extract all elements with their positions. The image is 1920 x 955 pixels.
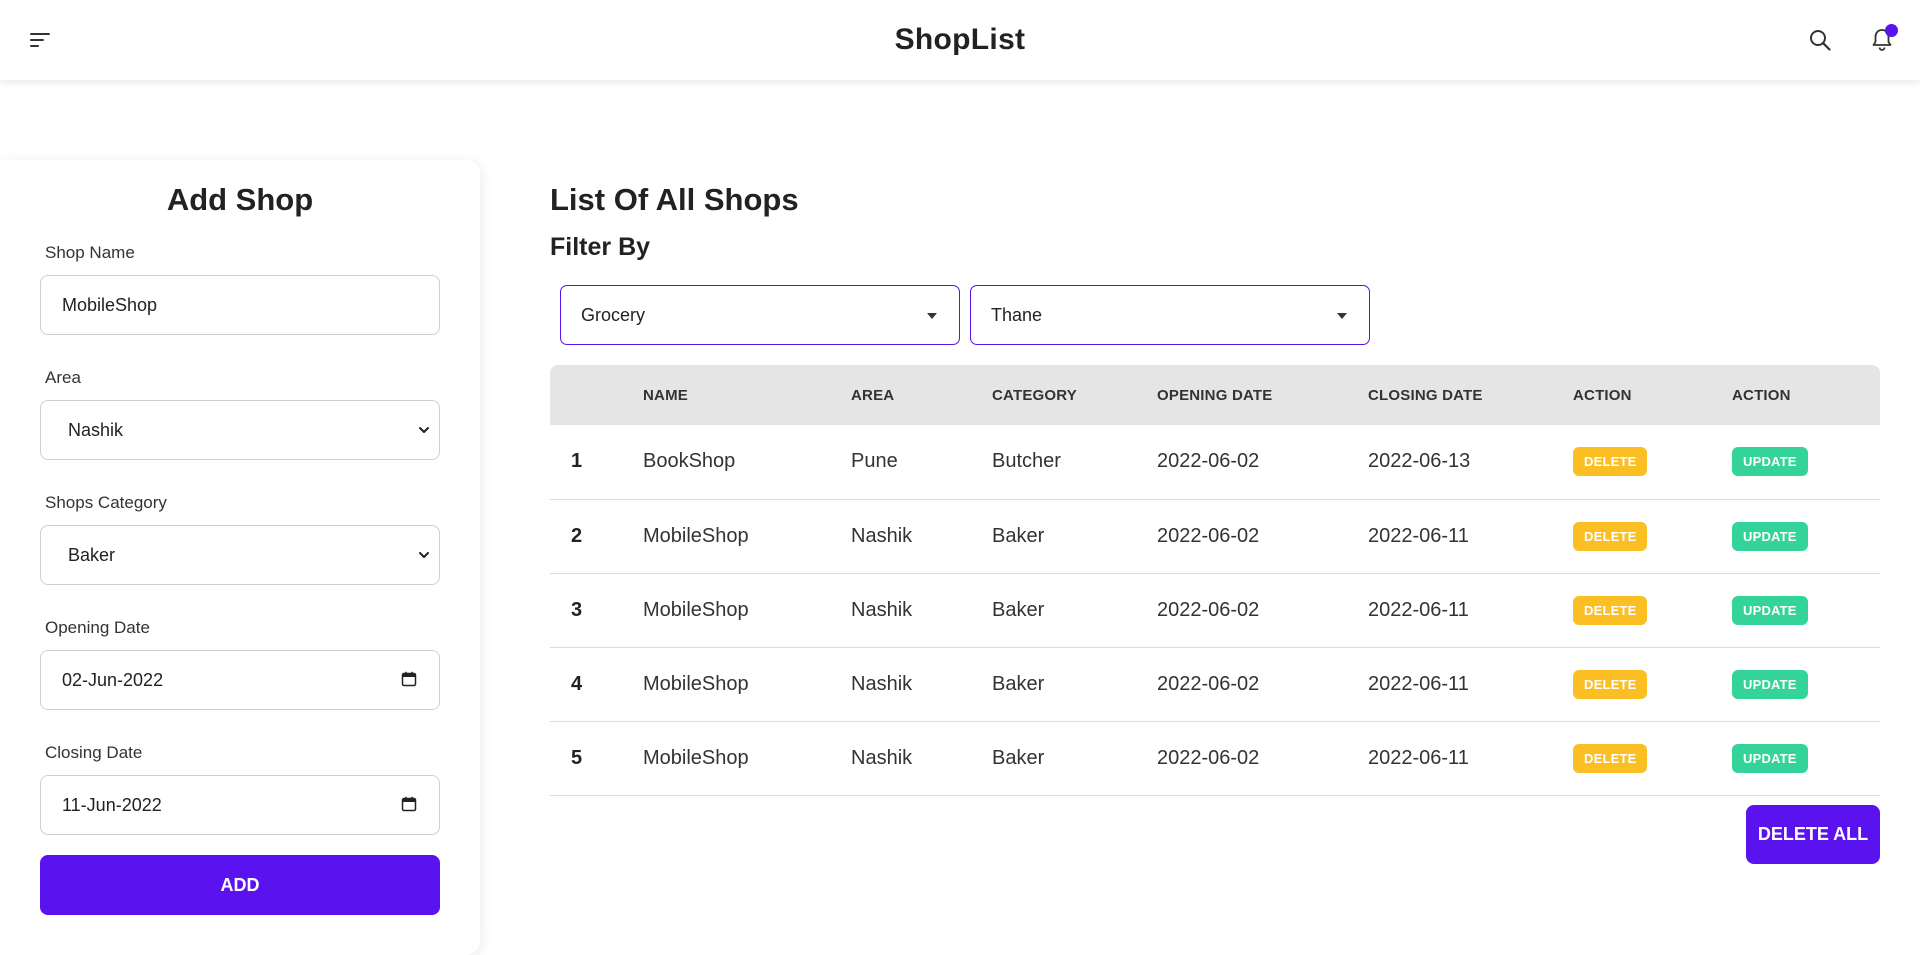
update-button[interactable]: UPDATE: [1732, 595, 1808, 625]
row-area: Nashik: [851, 598, 913, 621]
row-name: MobileShop: [643, 672, 749, 695]
row-closing-date: 2022-06-11: [1368, 598, 1469, 621]
row-opening-date: 2022-06-02: [1157, 524, 1260, 547]
row-area: Nashik: [851, 524, 913, 547]
row-category: Baker: [992, 598, 1045, 621]
update-button[interactable]: UPDATE: [1732, 521, 1808, 551]
column-header-action-update: ACTION: [1732, 386, 1791, 404]
delete-button[interactable]: DELETE: [1573, 521, 1648, 551]
search-icon: [1810, 30, 1831, 51]
category-filter-select[interactable]: Grocery: [560, 285, 960, 345]
column-header-area: AREA: [851, 386, 895, 404]
row-name: MobileShop: [643, 524, 749, 547]
top-app-bar: ShopList: [0, 0, 1920, 80]
delete-button[interactable]: DELETE: [1573, 669, 1648, 699]
add-button[interactable]: ADD: [40, 855, 440, 915]
shop-name-input[interactable]: MobileShop: [40, 275, 440, 335]
row-index: 5: [571, 746, 583, 769]
row-index: 3: [571, 598, 583, 621]
opening-date-input[interactable]: 02-Jun-2022: [40, 650, 440, 710]
app-title: ShopList: [894, 23, 1026, 56]
opening-date-label: Opening Date: [45, 618, 150, 637]
menu-button[interactable]: [26, 28, 54, 52]
dropdown-caret-icon: [1337, 313, 1347, 319]
column-header-name: NAME: [643, 386, 688, 404]
area-select[interactable]: Nashik: [40, 400, 440, 460]
area-filter-value: Thane: [991, 304, 1043, 325]
closing-date-label: Closing Date: [45, 743, 143, 762]
row-name: MobileShop: [643, 598, 749, 621]
column-header-action-delete: ACTION: [1573, 386, 1632, 404]
menu-icon: [30, 33, 50, 47]
category-value: Baker: [68, 544, 116, 565]
column-header-index: [550, 365, 643, 425]
category-filter-value: Grocery: [581, 304, 646, 325]
chevron-down-icon: [419, 427, 429, 433]
row-closing-date: 2022-06-11: [1368, 524, 1469, 547]
closing-date-value: 11-Jun-2022: [62, 794, 162, 815]
row-category: Baker: [992, 524, 1045, 547]
row-area: Nashik: [851, 672, 913, 695]
row-index: 1: [571, 450, 583, 473]
table-header-row: NAME AREA CATEGORY OPENING DATE CLOSING …: [550, 365, 1880, 425]
table-row: 1 BookShop Pune Butcher 2022-06-02 2022-…: [550, 425, 1880, 499]
dropdown-caret-icon: [927, 313, 937, 319]
area-value: Nashik: [68, 419, 124, 440]
search-button[interactable]: [1806, 26, 1834, 54]
row-index: 2: [571, 524, 583, 547]
area-label: Area: [45, 368, 81, 387]
add-shop-title: Add Shop: [166, 182, 314, 217]
row-opening-date: 2022-06-02: [1157, 746, 1260, 769]
notification-badge: [1885, 24, 1898, 37]
table-row: 4 MobileShop Nashik Baker 2022-06-02 202…: [550, 647, 1880, 721]
add-shop-card: Add Shop Shop Name MobileShop Area Nashi…: [0, 160, 480, 955]
calendar-icon[interactable]: [401, 671, 417, 687]
category-select[interactable]: Baker: [40, 525, 440, 585]
row-area: Nashik: [851, 746, 913, 769]
row-area: Pune: [851, 450, 898, 473]
shops-table: NAME AREA CATEGORY OPENING DATE CLOSING …: [550, 365, 1880, 796]
delete-button[interactable]: DELETE: [1573, 595, 1648, 625]
row-closing-date: 2022-06-11: [1368, 672, 1469, 695]
row-category: Butcher: [992, 450, 1061, 473]
table-row: 5 MobileShop Nashik Baker 2022-06-02 202…: [550, 721, 1880, 795]
shop-name-label: Shop Name: [45, 243, 135, 262]
row-name: BookShop: [643, 450, 736, 473]
filter-title: Filter By: [550, 233, 651, 261]
row-closing-date: 2022-06-11: [1368, 746, 1469, 769]
notifications-button[interactable]: [1866, 24, 1898, 56]
shop-name-value: MobileShop: [62, 294, 158, 315]
delete-all-button[interactable]: DELETE ALL: [1746, 805, 1880, 864]
calendar-icon[interactable]: [401, 796, 417, 812]
delete-button[interactable]: DELETE: [1573, 447, 1648, 477]
opening-date-value: 02-Jun-2022: [62, 669, 164, 690]
column-header-closing-date: CLOSING DATE: [1368, 386, 1483, 404]
row-closing-date: 2022-06-13: [1368, 450, 1471, 473]
row-category: Baker: [992, 672, 1045, 695]
row-category: Baker: [992, 746, 1045, 769]
row-opening-date: 2022-06-02: [1157, 672, 1260, 695]
update-button[interactable]: UPDATE: [1732, 447, 1808, 477]
category-label: Shops Category: [45, 493, 167, 512]
table-row: 2 MobileShop Nashik Baker 2022-06-02 202…: [550, 499, 1880, 573]
row-opening-date: 2022-06-02: [1157, 598, 1260, 621]
update-button[interactable]: UPDATE: [1732, 669, 1808, 699]
table-row: 3 MobileShop Nashik Baker 2022-06-02 202…: [550, 573, 1880, 647]
list-title: List Of All Shops: [550, 182, 799, 217]
area-filter-select[interactable]: Thane: [970, 285, 1370, 345]
row-index: 4: [571, 672, 583, 695]
delete-button[interactable]: DELETE: [1573, 743, 1648, 773]
update-button[interactable]: UPDATE: [1732, 743, 1808, 773]
row-name: MobileShop: [643, 746, 749, 769]
closing-date-input[interactable]: 11-Jun-2022: [40, 775, 440, 835]
chevron-down-icon: [419, 552, 429, 558]
column-header-opening-date: OPENING DATE: [1157, 386, 1273, 404]
row-opening-date: 2022-06-02: [1157, 450, 1260, 473]
column-header-category: CATEGORY: [992, 386, 1077, 404]
